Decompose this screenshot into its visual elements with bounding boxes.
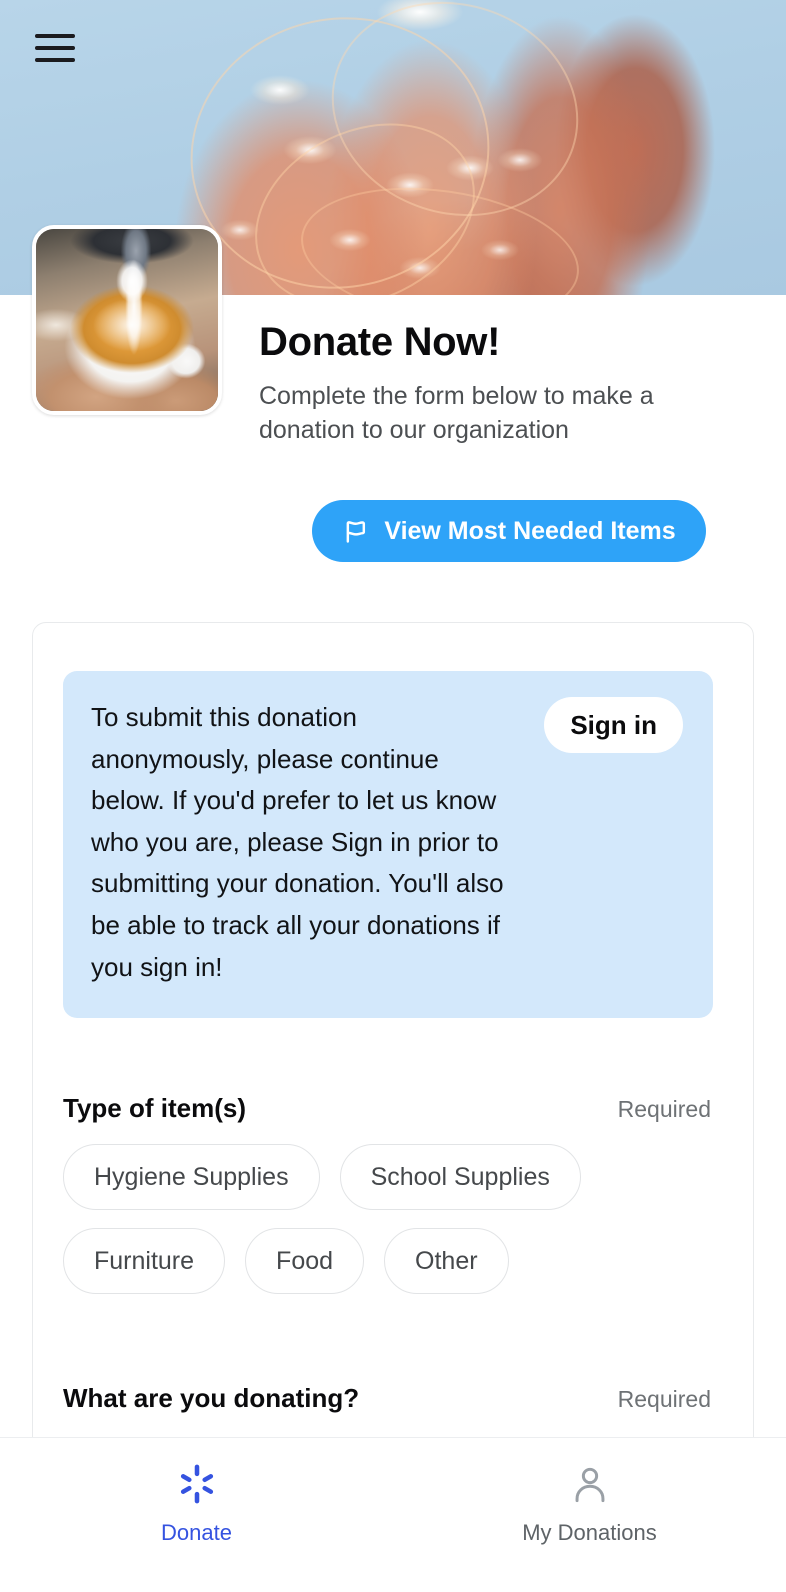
person-icon	[566, 1460, 614, 1508]
tab-my-donations[interactable]: My Donations	[393, 1460, 786, 1544]
latte-image	[36, 229, 218, 411]
sign-in-button[interactable]: Sign in	[544, 697, 683, 753]
donation-form-card: To submit this donation anonymously, ple…	[32, 622, 754, 1452]
field-header: Type of item(s) Required	[63, 1093, 723, 1124]
item-type-chip-group: Hygiene Supplies School Supplies Furnitu…	[63, 1144, 723, 1294]
chip-hygiene-supplies[interactable]: Hygiene Supplies	[63, 1144, 320, 1210]
notice-text: To submit this donation anonymously, ple…	[91, 702, 504, 982]
field-header: What are you donating? Required	[63, 1383, 723, 1414]
required-badge: Required	[617, 1096, 711, 1122]
tab-label-my-donations: My Donations	[522, 1520, 657, 1545]
tab-donate[interactable]: Donate	[0, 1460, 393, 1544]
field-what-are-you-donating: What are you donating? Required	[63, 1383, 723, 1414]
hamburger-bar	[35, 46, 75, 50]
required-badge: Required	[617, 1386, 711, 1412]
chip-row: Furniture Food Other	[63, 1228, 723, 1294]
field-type-of-items: Type of item(s) Required Hygiene Supplie…	[63, 1093, 723, 1312]
view-most-needed-items-button[interactable]: View Most Needed Items	[312, 500, 706, 562]
chip-other[interactable]: Other	[384, 1228, 509, 1294]
chip-school-supplies[interactable]: School Supplies	[339, 1144, 581, 1210]
field-label: What are you donating?	[63, 1383, 360, 1413]
chip-food[interactable]: Food	[245, 1228, 365, 1294]
sparkle-burst-icon	[173, 1460, 221, 1508]
chip-furniture[interactable]: Furniture	[63, 1228, 226, 1294]
anonymous-donation-notice: To submit this donation anonymously, ple…	[63, 671, 713, 1019]
app-screen: Donate Now! Complete the form below to m…	[0, 0, 786, 1592]
bottom-tab-bar: Donate My Donations	[0, 1437, 786, 1592]
tab-label-donate: Donate	[161, 1520, 232, 1545]
flag-icon	[342, 517, 370, 545]
hamburger-bar	[35, 58, 75, 62]
page-header: Donate Now! Complete the form below to m…	[259, 320, 759, 448]
chip-row: Hygiene Supplies School Supplies	[63, 1144, 723, 1210]
cta-row: View Most Needed Items	[259, 500, 759, 562]
hamburger-bar	[35, 34, 75, 38]
page-subtitle: Complete the form below to make a donati…	[259, 381, 654, 445]
organization-thumbnail	[32, 225, 222, 415]
field-label: Type of item(s)	[63, 1093, 246, 1123]
page-title: Donate Now!	[259, 320, 501, 364]
hamburger-menu-icon[interactable]	[35, 30, 75, 66]
cta-label: View Most Needed Items	[384, 516, 676, 545]
